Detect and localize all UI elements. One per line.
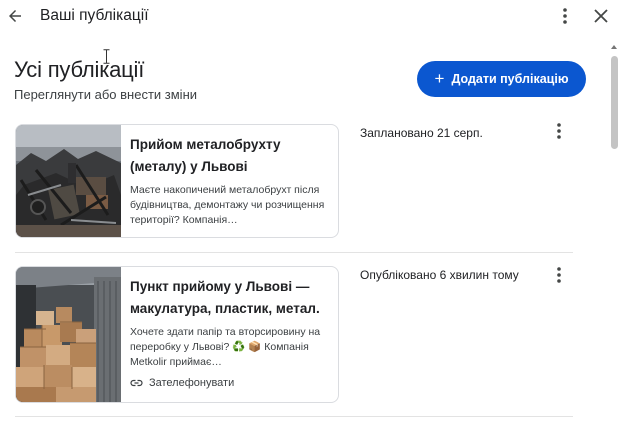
- scroll-up-arrow-icon[interactable]: [611, 45, 617, 49]
- post-card[interactable]: Прийом металобрухту (металу) у Львові Ма…: [15, 124, 339, 238]
- top-bar: Ваші публікації: [0, 0, 620, 34]
- post-content: Пункт прийому у Львові — макулатура, пла…: [130, 276, 335, 389]
- page-subheading: Переглянути або внести зміни: [14, 87, 198, 102]
- call-button[interactable]: Зателефонувати: [130, 377, 335, 389]
- divider: [15, 252, 573, 253]
- post-thumbnail-scrap-metal: [16, 125, 121, 237]
- post-title: Прийом металобрухту (металу) у Львові: [130, 137, 281, 174]
- link-icon: [130, 379, 143, 387]
- page-heading: Усі публікації: [14, 57, 145, 82]
- dialog-title: Ваші публікації: [40, 7, 149, 24]
- more-options-button[interactable]: [556, 5, 574, 27]
- post-status: Заплановано 21 серп.: [360, 126, 483, 140]
- close-icon: [594, 9, 608, 23]
- post-options-button[interactable]: [550, 265, 568, 285]
- text-cursor-icon: [103, 49, 110, 64]
- more-vert-icon: [557, 267, 561, 283]
- plus-icon: +: [434, 69, 445, 88]
- scrollbar-thumb[interactable]: [611, 56, 618, 149]
- more-vert-icon: [557, 123, 561, 139]
- arrow-back-icon: [9, 10, 21, 22]
- post-status: Опубліковано 6 хвилин тому: [360, 268, 519, 282]
- call-button-label: Зателефонувати: [149, 377, 235, 389]
- post-description: Маєте накопичений металобрухт після буді…: [130, 184, 325, 226]
- post-options-button[interactable]: [550, 121, 568, 141]
- post-card[interactable]: Пункт прийому у Львові — макулатура, пла…: [15, 266, 339, 403]
- post-content: Прийом металобрухту (металу) у Львові Ма…: [130, 134, 335, 228]
- close-button[interactable]: [591, 6, 611, 26]
- post-title: Пункт прийому у Львові — макулатура, пла…: [130, 279, 320, 316]
- more-vert-icon: [563, 8, 567, 24]
- divider: [15, 416, 573, 417]
- post-thumbnail-cardboard-boxes: [16, 267, 121, 402]
- add-post-button[interactable]: + Додати публікацію: [417, 61, 586, 97]
- back-button[interactable]: [4, 4, 26, 28]
- add-post-label: Додати публікацію: [451, 72, 569, 86]
- post-description: Хочете здати папір та вторсировину на пе…: [130, 326, 321, 368]
